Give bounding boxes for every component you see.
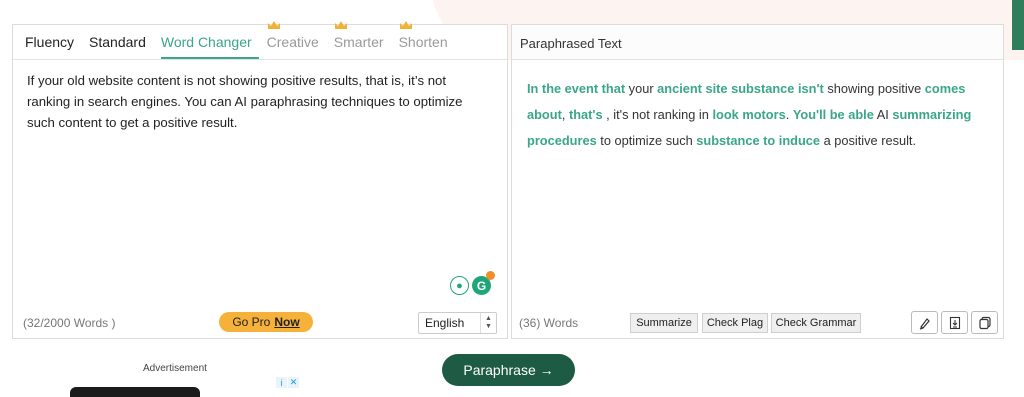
select-arrows-icon: ▲ ▼ bbox=[480, 313, 496, 333]
input-textarea[interactable]: If your old website content is not showi… bbox=[27, 70, 487, 133]
output-segment: In the event that bbox=[527, 81, 626, 96]
ad-image[interactable] bbox=[70, 387, 200, 397]
tab-label: Standard bbox=[89, 34, 146, 50]
check-grammar-button[interactable]: Check Grammar bbox=[771, 313, 861, 333]
output-segment: to optimize such bbox=[596, 133, 697, 148]
highlighter-icon[interactable] bbox=[911, 311, 938, 334]
go-pro-label: Go Pro bbox=[232, 315, 271, 329]
language-select[interactable]: English ▲ ▼ bbox=[418, 312, 497, 334]
mode-tabs: Fluency Standard Word Changer Creative S… bbox=[13, 21, 507, 60]
output-segment: look motors bbox=[712, 107, 786, 122]
side-strip bbox=[1012, 0, 1024, 50]
output-segment: , it's not ranking in bbox=[602, 107, 713, 122]
crown-icon bbox=[334, 21, 347, 29]
download-icon[interactable] bbox=[941, 311, 968, 334]
output-segment: showing positive bbox=[823, 81, 925, 96]
input-panel: Fluency Standard Word Changer Creative S… bbox=[12, 21, 508, 339]
tab-label: Shorten bbox=[398, 34, 448, 50]
output-segment: a positive result. bbox=[820, 133, 917, 148]
paraphrase-button[interactable]: Paraphrase → bbox=[442, 354, 575, 386]
output-segment: that's bbox=[568, 107, 603, 122]
check-plag-button[interactable]: Check Plag bbox=[702, 313, 768, 333]
ad-controls: i ✕ bbox=[276, 377, 299, 388]
output-segment: You'll be able bbox=[792, 107, 874, 122]
output-word-count: (36) Words bbox=[519, 316, 579, 330]
tab-fluency[interactable]: Fluency bbox=[25, 34, 81, 59]
tab-label: Fluency bbox=[25, 34, 75, 50]
crown-icon bbox=[399, 21, 412, 29]
output-segment: your bbox=[625, 81, 658, 96]
crown-icon bbox=[267, 21, 280, 29]
go-pro-link[interactable]: Now bbox=[274, 315, 299, 329]
go-pro-button[interactable]: Go Pro Now bbox=[219, 312, 313, 332]
tab-smarter[interactable]: Smarter bbox=[333, 21, 391, 59]
ad-close-icon[interactable]: ✕ bbox=[288, 377, 299, 388]
output-segment: AI bbox=[873, 107, 893, 122]
output-segment: substance to induce bbox=[696, 133, 821, 148]
grammarly-icon[interactable]: G bbox=[472, 271, 495, 295]
tab-label: Smarter bbox=[333, 34, 384, 50]
language-value: English bbox=[425, 316, 465, 330]
tab-standard[interactable]: Standard bbox=[89, 34, 153, 59]
output-segment: , bbox=[561, 107, 569, 122]
tab-shorten[interactable]: Shorten bbox=[398, 21, 455, 59]
summarize-button[interactable]: Summarize bbox=[630, 313, 698, 333]
tab-word-changer[interactable]: Word Changer bbox=[160, 34, 259, 59]
advertisement-label: Advertisement bbox=[143, 363, 207, 374]
output-header: Paraphrased Text bbox=[512, 25, 1003, 60]
notification-badge bbox=[486, 271, 495, 280]
output-panel: Paraphrased Text In the event that your … bbox=[511, 24, 1004, 339]
grammar-extension: ● G bbox=[450, 271, 495, 295]
lightbulb-icon[interactable]: ● bbox=[450, 276, 469, 295]
output-text[interactable]: In the event that your ancient site subs… bbox=[527, 76, 992, 154]
tab-label: Creative bbox=[266, 34, 319, 50]
ad-info-icon[interactable]: i bbox=[276, 377, 287, 388]
tab-creative[interactable]: Creative bbox=[266, 21, 326, 59]
input-word-count: (32/2000 Words ) bbox=[23, 316, 116, 330]
output-segment: ancient site substance isn't bbox=[657, 81, 824, 96]
tab-label: Word Changer bbox=[160, 34, 252, 50]
copy-icon[interactable] bbox=[971, 311, 998, 334]
output-segment: . bbox=[785, 107, 793, 122]
